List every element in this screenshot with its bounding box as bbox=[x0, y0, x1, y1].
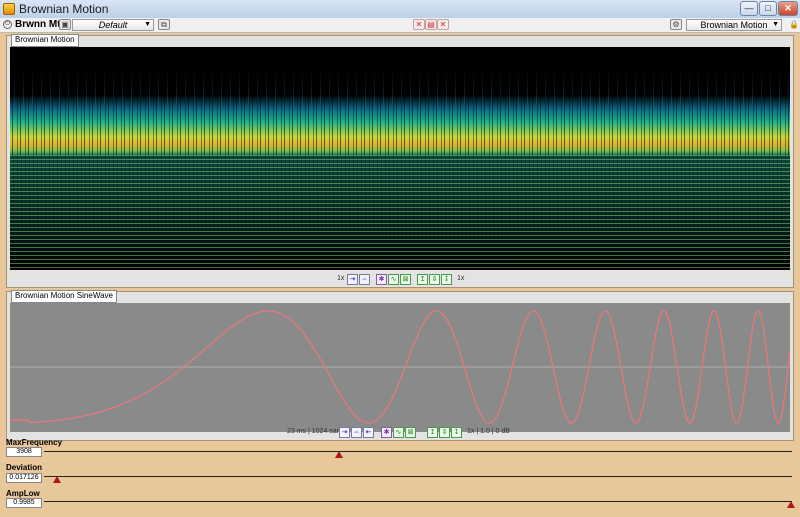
spectrogram-tab[interactable]: Brownian Motion bbox=[11, 34, 79, 47]
param-slider-track[interactable] bbox=[44, 476, 792, 477]
reset-icon[interactable]: ⊠ bbox=[405, 427, 416, 438]
waveform-tab[interactable]: Brownian Motion SineWave bbox=[11, 290, 117, 303]
lock-icon[interactable]: 🔒 bbox=[789, 20, 799, 30]
gear-icon[interactable]: ⚙ bbox=[670, 19, 682, 30]
spectrogram-panel: Brownian Motion 1x ⇥ ⇔ ✱ ∿ ⊠ ↥ ⇕ ↧ 1x bbox=[6, 34, 794, 288]
sync-icon[interactable]: ∿ bbox=[393, 427, 404, 438]
zoom-in-h-icon[interactable]: ⇥ bbox=[347, 274, 358, 285]
zoom-out-v-icon[interactable]: ⇕ bbox=[439, 427, 450, 438]
param-slider-thumb[interactable] bbox=[52, 476, 61, 483]
param-slider-thumb[interactable] bbox=[335, 451, 344, 458]
param-value-field[interactable]: 0.9985 bbox=[6, 498, 42, 508]
waveform-controls: 23 ms | 1024 samp | 1x ⇥ ⇔ ⇤ ✱ ∿ ⊠ ↥ ⇕ ↧… bbox=[287, 427, 527, 439]
param-value-field[interactable]: 0.017126 bbox=[6, 473, 42, 483]
fit-v-icon[interactable]: ↧ bbox=[441, 274, 452, 285]
param-label: Deviation bbox=[6, 463, 43, 472]
param-slider-thumb[interactable] bbox=[786, 501, 795, 508]
plugin-toolbar: ⏻ Brwnn Mtn ▣ Default ▼ ⧉ ✕ ▤ ✕ ⚙ Browni… bbox=[0, 18, 800, 33]
freeze-icon[interactable]: ✱ bbox=[376, 274, 387, 285]
param-value-field[interactable]: 3908 bbox=[6, 447, 42, 457]
param-label: AmpLow bbox=[6, 489, 40, 498]
maximize-button[interactable]: □ bbox=[759, 1, 777, 16]
paste-icon[interactable]: ▤ bbox=[425, 19, 437, 30]
waveform-display[interactable] bbox=[10, 303, 790, 432]
view-dropdown[interactable]: Brownian Motion ▼ bbox=[686, 19, 782, 31]
window-title: Brownian Motion bbox=[19, 2, 109, 16]
param-slider-track[interactable] bbox=[44, 501, 792, 502]
app-icon bbox=[3, 3, 15, 15]
freeze-icon[interactable]: ✱ bbox=[381, 427, 392, 438]
cut-icon[interactable]: ✕ bbox=[413, 19, 425, 30]
param-label: MaxFrequency bbox=[6, 438, 63, 447]
zoom-out-h-icon[interactable]: ⇔ bbox=[359, 274, 370, 285]
waveform-svg bbox=[10, 310, 790, 424]
fit-h-icon[interactable]: ⇤ bbox=[363, 427, 374, 438]
fit-v-icon[interactable]: ↧ bbox=[451, 427, 462, 438]
power-icon[interactable]: ⏻ bbox=[3, 20, 12, 29]
sync-icon[interactable]: ∿ bbox=[388, 274, 399, 285]
spectrogram-zoom-right: 1x bbox=[457, 275, 465, 282]
zoom-out-v-icon[interactable]: ⇕ bbox=[429, 274, 440, 285]
preset-value: Default bbox=[98, 20, 128, 30]
waveform-panel: Brownian Motion SineWave 23 ms | 1024 sa… bbox=[6, 290, 794, 441]
reset-icon[interactable]: ⊠ bbox=[400, 274, 411, 285]
spectrogram-controls: 1x ⇥ ⇔ ✱ ∿ ⊠ ↥ ⇕ ↧ 1x bbox=[337, 274, 487, 286]
preset-dropdown[interactable]: Default ▼ bbox=[72, 19, 154, 31]
param-slider-track[interactable] bbox=[44, 451, 792, 452]
zoom-in-v-icon[interactable]: ↥ bbox=[417, 274, 428, 285]
chevron-down-icon: ▼ bbox=[144, 21, 151, 28]
preset-bank-icon[interactable]: ▣ bbox=[59, 19, 71, 30]
delete-icon[interactable]: ✕ bbox=[437, 19, 449, 30]
chevron-down-icon: ▼ bbox=[772, 21, 779, 28]
copy-icon[interactable]: ⧉ bbox=[158, 19, 170, 30]
spectrogram-zoom-left: 1x bbox=[337, 275, 345, 282]
spectrogram-display[interactable] bbox=[10, 47, 790, 270]
view-value: Brownian Motion bbox=[700, 20, 768, 30]
minimize-button[interactable]: — bbox=[740, 1, 758, 16]
waveform-info-right: 1x | 1.0 | 0 dB bbox=[467, 428, 510, 435]
close-button[interactable]: ✕ bbox=[778, 1, 798, 16]
zoom-out-h-icon[interactable]: ⇔ bbox=[351, 427, 362, 438]
zoom-in-v-icon[interactable]: ↥ bbox=[427, 427, 438, 438]
zoom-in-h-icon[interactable]: ⇥ bbox=[339, 427, 350, 438]
main-area: Brownian Motion 1x ⇥ ⇔ ✱ ∿ ⊠ ↥ ⇕ ↧ 1x Br… bbox=[0, 33, 800, 517]
window-titlebar: Brownian Motion — □ ✕ bbox=[0, 0, 800, 19]
